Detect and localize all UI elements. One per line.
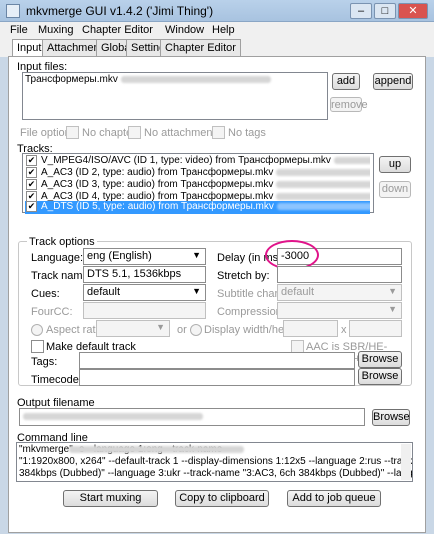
timecodes-input[interactable] bbox=[79, 369, 355, 386]
menu-chapter-editor[interactable]: Chapter Editor bbox=[82, 24, 153, 36]
input-files-list[interactable]: Трансформеры.mkv bbox=[22, 72, 328, 120]
blurred-text bbox=[120, 75, 271, 83]
title-bar: mkvmerge GUI v1.4.2 ('Jimi Thing') – □ ✕ bbox=[0, 0, 434, 22]
command-line-text: "1:1920x800, x264" --default-track 1 --d… bbox=[19, 456, 412, 467]
menu-window[interactable]: Window bbox=[165, 24, 204, 36]
copy-to-clipboard-button[interactable]: Copy to clipboard bbox=[175, 490, 269, 507]
track-checkbox[interactable]: ✔ bbox=[26, 201, 37, 212]
no-tags-label: No tags bbox=[228, 127, 266, 139]
add-button[interactable]: add bbox=[332, 73, 360, 90]
track-name-value: DTS 5.1, 1536kbps bbox=[87, 268, 182, 280]
chevron-down-icon: ▼ bbox=[192, 286, 201, 296]
compression-select[interactable]: ▼ bbox=[277, 302, 402, 319]
no-attachments-label: No attachments bbox=[144, 127, 222, 139]
aspect-ratio-radio[interactable] bbox=[31, 324, 43, 336]
subtitle-charset-value: default bbox=[281, 286, 315, 298]
command-line-box[interactable]: "mkvmerge" -o --language 1:eng --track-n… bbox=[16, 442, 413, 482]
menu-bar: File Muxing Chapter Editor Window Help bbox=[0, 22, 434, 39]
stretch-input[interactable] bbox=[277, 266, 402, 283]
blurred-text bbox=[333, 156, 370, 164]
cues-select[interactable]: default ▼ bbox=[83, 284, 206, 301]
subtitle-charset-select[interactable]: default ▼ bbox=[277, 284, 402, 301]
or-label: or bbox=[177, 324, 187, 336]
compression-label: Compression: bbox=[217, 306, 285, 318]
display-width-input[interactable] bbox=[283, 320, 338, 337]
track-label: A_AC3 (ID 2, type: audio) from Трансформ… bbox=[41, 167, 274, 178]
tags-browse-button[interactable]: Browse bbox=[358, 351, 402, 368]
tags-input[interactable] bbox=[79, 352, 355, 369]
maximize-button[interactable]: □ bbox=[374, 3, 396, 19]
track-label: A_DTS (ID 5, type: audio) from Трансформ… bbox=[41, 201, 274, 212]
scrollbar[interactable] bbox=[401, 444, 411, 480]
language-label: Language: bbox=[31, 252, 83, 264]
x-label: x bbox=[341, 324, 347, 336]
track-label: V_MPEG4/ISO/AVC (ID 1, type: video) from… bbox=[41, 155, 331, 166]
fourcc-label: FourCC: bbox=[31, 306, 73, 318]
tags-label: Tags: bbox=[31, 356, 58, 368]
blurred-text bbox=[276, 180, 370, 188]
chevron-down-icon: ▼ bbox=[156, 322, 165, 332]
track-checkbox[interactable]: ✔ bbox=[26, 155, 37, 166]
input-file-item[interactable]: Трансформеры.mkv bbox=[25, 74, 118, 85]
no-attachments-checkbox[interactable] bbox=[128, 126, 141, 139]
blurred-text bbox=[69, 446, 244, 453]
stretch-label: Stretch by: bbox=[217, 270, 270, 282]
blurred-text bbox=[276, 192, 370, 200]
language-select[interactable]: eng (English) ▼ bbox=[83, 248, 206, 265]
track-item-selected[interactable]: ✔ A_DTS (ID 5, type: audio) from Трансфо… bbox=[25, 201, 370, 214]
tracks-list[interactable]: ✔ V_MPEG4/ISO/AVC (ID 1, type: video) fr… bbox=[22, 153, 374, 214]
menu-muxing[interactable]: Muxing bbox=[38, 24, 73, 36]
output-browse-button[interactable]: Browse bbox=[372, 409, 410, 426]
blurred-text bbox=[23, 412, 203, 420]
track-checkbox[interactable]: ✔ bbox=[26, 167, 37, 178]
no-tags-checkbox[interactable] bbox=[212, 126, 225, 139]
timecodes-browse-button[interactable]: Browse bbox=[358, 368, 402, 385]
no-chapters-checkbox[interactable] bbox=[66, 126, 79, 139]
default-track-checkbox[interactable] bbox=[31, 340, 44, 353]
cues-value: default bbox=[87, 286, 121, 298]
remove-button[interactable]: remove bbox=[330, 97, 368, 112]
aspect-ratio-select[interactable]: ▼ bbox=[96, 320, 170, 337]
display-height-input[interactable] bbox=[349, 320, 402, 337]
blurred-text bbox=[276, 202, 370, 210]
track-label: A_AC3 (ID 3, type: audio) from Трансформ… bbox=[41, 179, 274, 190]
chevron-down-icon: ▼ bbox=[388, 304, 397, 314]
output-filename-input[interactable] bbox=[19, 408, 365, 426]
track-options-label: Track options bbox=[27, 236, 97, 248]
chevron-down-icon: ▼ bbox=[388, 286, 397, 296]
tab-bar: Input Attachments Global Settings Chapte… bbox=[0, 39, 434, 57]
up-button[interactable]: up bbox=[379, 156, 411, 173]
blurred-text bbox=[276, 168, 370, 176]
cues-label: Cues: bbox=[31, 288, 60, 300]
down-button[interactable]: down bbox=[379, 181, 411, 198]
tab-chapter-editor[interactable]: Chapter Editor bbox=[160, 39, 241, 56]
start-muxing-button[interactable]: Start muxing bbox=[63, 490, 158, 507]
chevron-down-icon: ▼ bbox=[192, 250, 201, 260]
window-title: mkvmerge GUI v1.4.2 ('Jimi Thing') bbox=[26, 4, 214, 18]
add-to-job-queue-button[interactable]: Add to job queue bbox=[287, 490, 381, 507]
display-dimensions-radio[interactable] bbox=[190, 324, 202, 336]
menu-file[interactable]: File bbox=[10, 24, 28, 36]
track-checkbox[interactable]: ✔ bbox=[26, 179, 37, 190]
minimize-button[interactable]: – bbox=[350, 3, 372, 19]
fourcc-input[interactable] bbox=[83, 302, 206, 319]
app-icon bbox=[6, 4, 20, 18]
command-line-text: 384kbps (Dubbed)" --language 3:ukr --tra… bbox=[19, 468, 412, 479]
menu-help[interactable]: Help bbox=[212, 24, 235, 36]
append-button[interactable]: append bbox=[373, 73, 413, 90]
close-icon[interactable]: ✕ bbox=[398, 3, 428, 19]
language-value: eng (English) bbox=[87, 250, 152, 262]
track-name-input[interactable]: DTS 5.1, 1536kbps bbox=[83, 266, 206, 283]
